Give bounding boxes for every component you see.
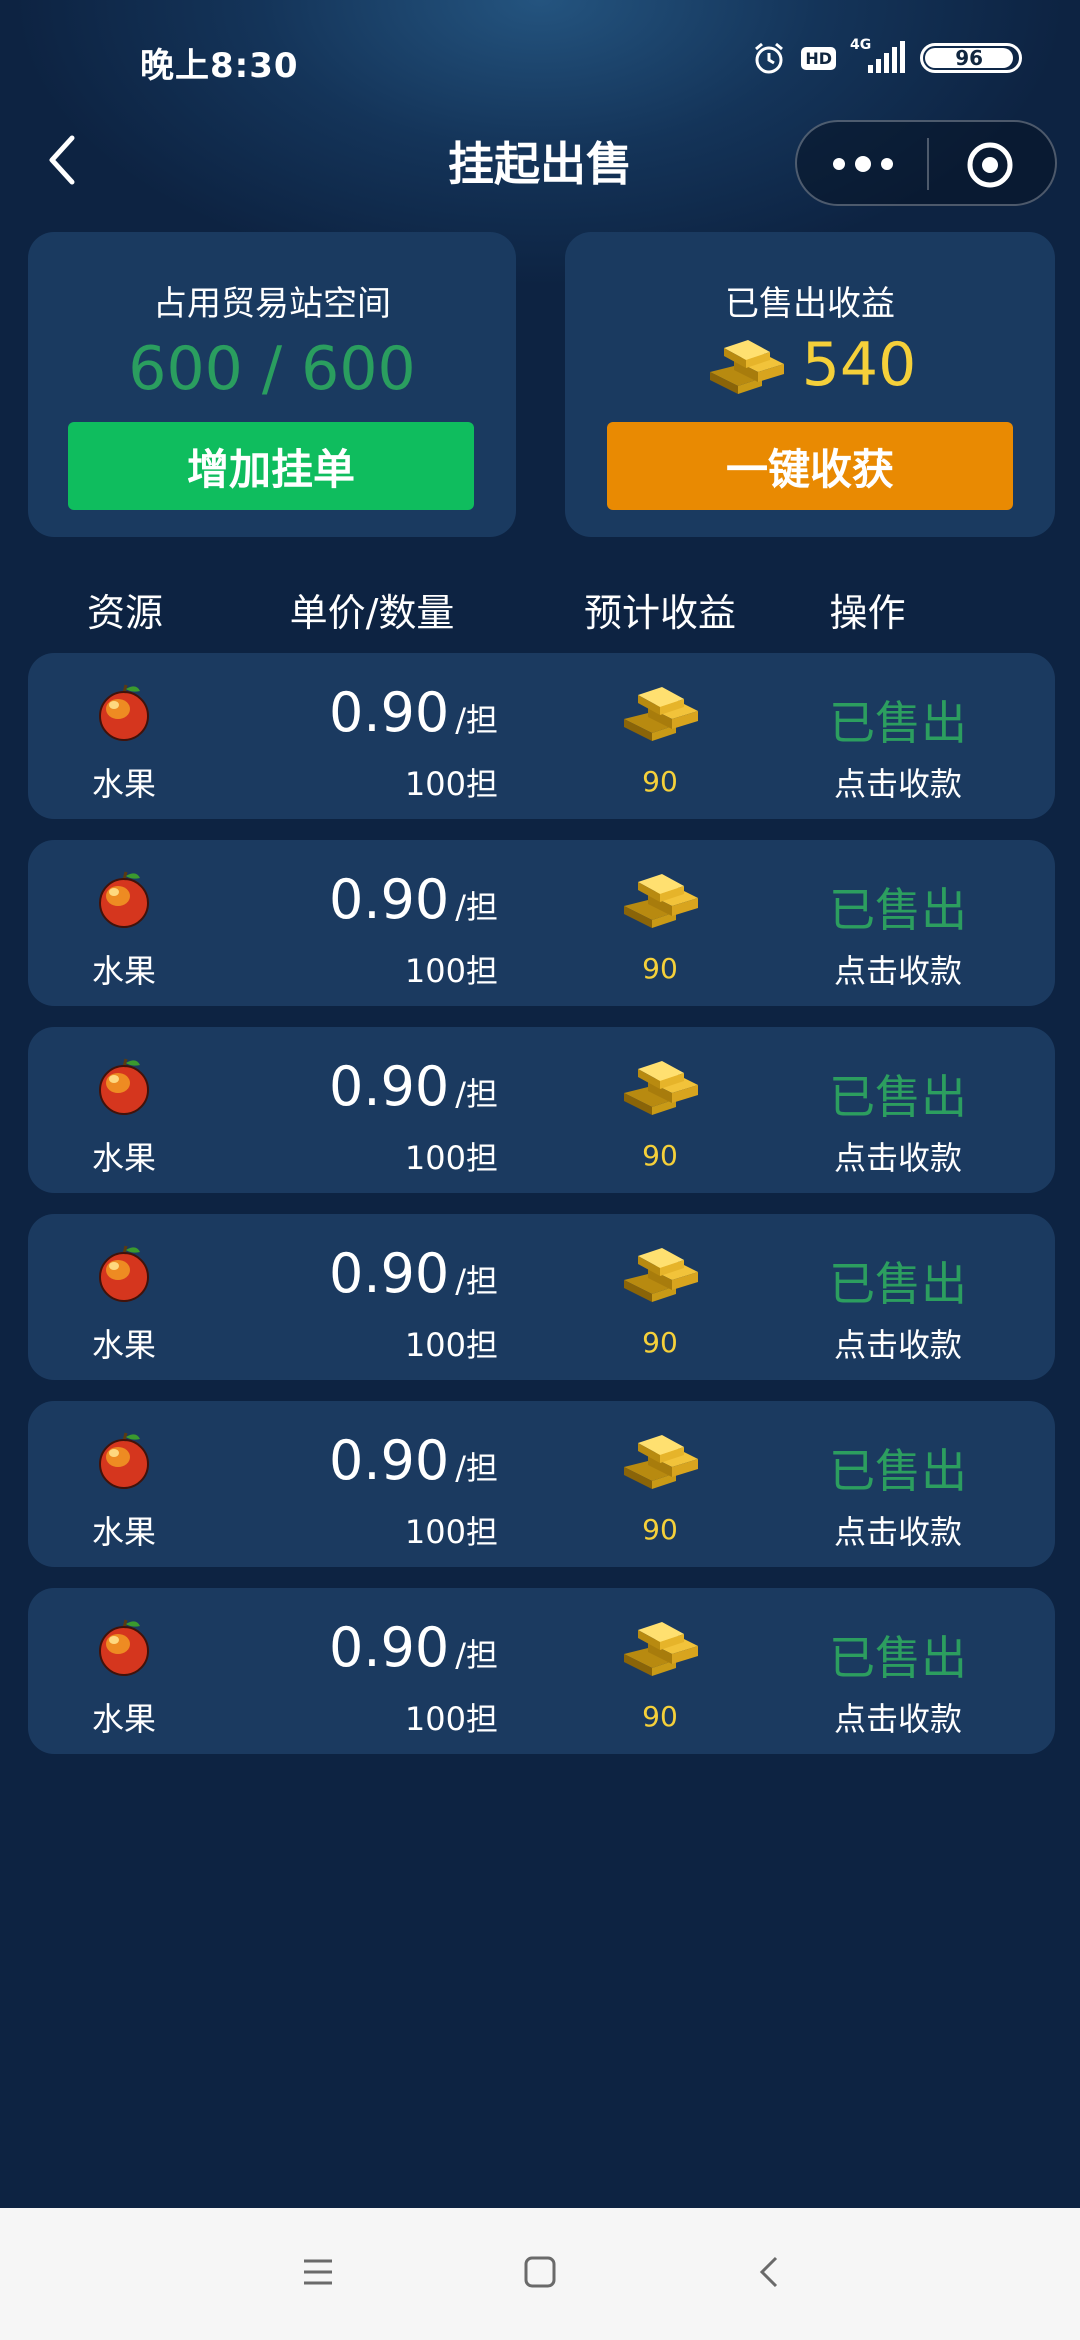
table-row: 水果 0.90/担 100担 90 已售出 点击收款 bbox=[28, 1401, 1055, 1567]
gold-ingot-icon bbox=[624, 1061, 698, 1115]
sold-income-value: 540 bbox=[801, 330, 917, 400]
hd-badge: HD bbox=[801, 46, 836, 70]
table-row: 水果 0.90/担 100担 90 已售出 点击收款 bbox=[28, 1588, 1055, 1754]
unit-price: 0.90/担 bbox=[188, 1616, 498, 1679]
fruit-icon bbox=[99, 1619, 149, 1676]
sold-status: 已售出 bbox=[829, 1444, 967, 1498]
unit-price: 0.90/担 bbox=[188, 1055, 498, 1118]
quantity: 100担 bbox=[404, 952, 498, 990]
trade-space-value: 600 / 600 bbox=[128, 334, 416, 404]
alarm-icon bbox=[755, 42, 784, 74]
battery-icon: 96 bbox=[920, 43, 1022, 73]
fruit-icon bbox=[99, 1245, 149, 1302]
estimated-income: 90 bbox=[642, 765, 678, 798]
estimated-income: 90 bbox=[642, 1700, 678, 1733]
column-header-estimated-income: 预计收益 bbox=[583, 591, 736, 635]
unit-price: 0.90/担 bbox=[188, 1242, 498, 1305]
table-row: 水果 0.90/担 100担 90 已售出 点击收款 bbox=[28, 840, 1055, 1006]
sold-status: 已售出 bbox=[829, 1257, 967, 1311]
gold-ingot-icon bbox=[624, 1435, 698, 1489]
system-nav-bar bbox=[0, 2208, 1080, 2340]
quantity: 100担 bbox=[404, 1326, 498, 1364]
resource-name: 水果 bbox=[91, 952, 156, 990]
battery-level: 96 bbox=[925, 46, 1014, 70]
collect-payment-button[interactable]: 点击收款 bbox=[768, 759, 1028, 805]
unit-price-unit: /担 bbox=[455, 1262, 498, 1300]
unit-price: 0.90/担 bbox=[188, 1429, 498, 1492]
status-icons: HD 4G 96 bbox=[751, 37, 1022, 76]
unit-price-value: 0.90 bbox=[328, 681, 450, 744]
quantity: 100担 bbox=[404, 1513, 498, 1551]
unit-price-unit: /担 bbox=[455, 1075, 498, 1113]
gold-ingot-icon bbox=[624, 687, 698, 741]
home-icon[interactable] bbox=[522, 2254, 558, 2290]
collect-payment-button[interactable]: 点击收款 bbox=[768, 1507, 1028, 1553]
add-listing-button[interactable]: 增加挂单 bbox=[68, 422, 474, 510]
table-row: 水果 0.90/担 100担 90 已售出 点击收款 bbox=[28, 1027, 1055, 1193]
estimated-income: 90 bbox=[642, 1139, 678, 1172]
quantity: 100担 bbox=[404, 1700, 498, 1738]
resource-name: 水果 bbox=[91, 765, 156, 803]
mini-program-capsule bbox=[795, 120, 1057, 206]
signal-icon: 4G bbox=[850, 37, 906, 75]
fruit-icon bbox=[99, 1058, 149, 1115]
unit-price-value: 0.90 bbox=[328, 1616, 450, 1679]
resource-name: 水果 bbox=[91, 1700, 156, 1738]
unit-price-unit: /担 bbox=[455, 1449, 498, 1487]
unit-price: 0.90/担 bbox=[188, 868, 498, 931]
harvest-all-button[interactable]: 一键收获 bbox=[607, 422, 1013, 510]
quantity: 100担 bbox=[404, 765, 498, 803]
status-time: 晚上8:30 bbox=[140, 46, 299, 86]
unit-price-value: 0.90 bbox=[328, 1429, 450, 1492]
collect-payment-button[interactable]: 点击收款 bbox=[768, 1694, 1028, 1740]
gold-ingot-icon bbox=[624, 1622, 698, 1676]
sold-income-card: 已售出收益 540 一键收获 bbox=[565, 232, 1055, 537]
close-target-icon[interactable] bbox=[965, 140, 1015, 190]
collect-payment-button[interactable]: 点击收款 bbox=[768, 946, 1028, 992]
sold-income-row: 540 bbox=[565, 330, 1055, 400]
table-row: 水果 0.90/担 100担 90 已售出 点击收款 bbox=[28, 1214, 1055, 1380]
trade-space-card: 占用贸易站空间 600 / 600 增加挂单 bbox=[28, 232, 516, 537]
fruit-icon bbox=[99, 1432, 149, 1489]
sold-status: 已售出 bbox=[829, 1070, 967, 1124]
collect-payment-button[interactable]: 点击收款 bbox=[768, 1133, 1028, 1179]
resource-name: 水果 bbox=[91, 1513, 156, 1551]
resource-name: 水果 bbox=[91, 1326, 156, 1364]
unit-price-value: 0.90 bbox=[328, 868, 450, 931]
unit-price-value: 0.90 bbox=[328, 1242, 450, 1305]
unit-price: 0.90/担 bbox=[188, 681, 498, 744]
gold-ingot-icon bbox=[624, 874, 698, 928]
table-row: 水果 0.90/担 100担 90 已售出 点击收款 bbox=[28, 653, 1055, 819]
quantity: 100担 bbox=[404, 1139, 498, 1177]
gold-ingot-icon bbox=[624, 1248, 698, 1302]
capsule-divider bbox=[927, 138, 929, 190]
fruit-icon bbox=[99, 684, 149, 741]
collect-payment-button[interactable]: 点击收款 bbox=[768, 1320, 1028, 1366]
menu-icon[interactable] bbox=[300, 2254, 336, 2290]
column-header-resource: 资源 bbox=[86, 591, 163, 635]
sold-status: 已售出 bbox=[829, 1631, 967, 1685]
column-header-price-quantity: 单价/数量 bbox=[289, 591, 455, 635]
estimated-income: 90 bbox=[642, 952, 678, 985]
more-icon[interactable] bbox=[825, 144, 901, 184]
unit-price-value: 0.90 bbox=[328, 1055, 450, 1118]
gold-ingot-icon bbox=[709, 340, 784, 394]
column-header-action: 操作 bbox=[829, 591, 906, 635]
estimated-income: 90 bbox=[642, 1326, 678, 1359]
estimated-income: 90 bbox=[642, 1513, 678, 1546]
trade-space-title: 占用贸易站空间 bbox=[153, 284, 391, 324]
unit-price-unit: /担 bbox=[455, 701, 498, 739]
unit-price-unit: /担 bbox=[455, 888, 498, 926]
sold-income-title: 已售出收益 bbox=[725, 284, 895, 324]
unit-price-unit: /担 bbox=[455, 1636, 498, 1674]
back-nav-icon[interactable] bbox=[752, 2254, 788, 2290]
resource-name: 水果 bbox=[91, 1139, 156, 1177]
fruit-icon bbox=[99, 871, 149, 928]
sold-status: 已售出 bbox=[829, 883, 967, 937]
sold-status: 已售出 bbox=[829, 696, 967, 750]
